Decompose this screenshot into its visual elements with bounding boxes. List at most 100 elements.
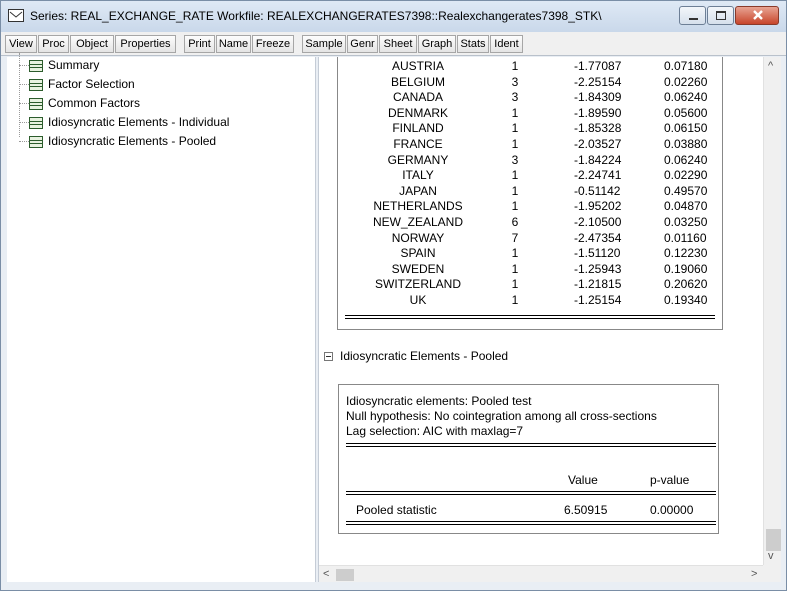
stat-cell: -2.24741 bbox=[574, 168, 622, 183]
output-view: AUSTRIA 1 -1.77087 0.07180 BELGIUM 3 -2.25154… bbox=[319, 57, 763, 565]
tree-item-common-factors[interactable]: Common Factors bbox=[7, 95, 167, 113]
lag-cell: 6 bbox=[511, 215, 519, 229]
country-cell: SWEDEN bbox=[391, 261, 445, 276]
pvalue-cell: 0.12230 bbox=[664, 246, 708, 261]
table-row: DENMARK 1 -1.89590 0.05600 bbox=[338, 106, 724, 121]
maximize-icon bbox=[716, 11, 726, 20]
stat-cell: -2.47354 bbox=[574, 230, 622, 245]
sample-button[interactable]: Sample bbox=[302, 35, 346, 53]
lag-cell: 1 bbox=[511, 246, 519, 261]
minimize-icon bbox=[689, 18, 698, 20]
table-icon bbox=[29, 79, 43, 91]
minimize-button[interactable] bbox=[679, 6, 706, 25]
stats-button[interactable]: Stats bbox=[457, 35, 489, 53]
lag-cell: 3 bbox=[511, 152, 519, 167]
lag-cell: 7 bbox=[511, 230, 519, 245]
pvalue-cell: 0.06240 bbox=[664, 152, 708, 167]
view-button[interactable]: View bbox=[5, 35, 37, 53]
stat-cell: -1.84309 bbox=[574, 90, 622, 105]
series-icon bbox=[8, 9, 24, 22]
pvalue-cell: 0.03250 bbox=[664, 215, 708, 229]
freeze-button[interactable]: Freeze bbox=[252, 35, 294, 53]
tree-item-label: Summary bbox=[48, 58, 100, 72]
stat-cell: -1.89590 bbox=[574, 105, 622, 120]
pvalue-cell: 0.04870 bbox=[664, 199, 708, 214]
horizontal-scroll-thumb[interactable] bbox=[336, 569, 354, 581]
genr-button[interactable]: Genr bbox=[347, 35, 378, 53]
graph-button[interactable]: Graph bbox=[418, 35, 456, 53]
stat-cell: -1.85328 bbox=[574, 121, 622, 136]
pvalue-cell: 0.19340 bbox=[664, 293, 708, 307]
properties-button[interactable]: Properties bbox=[115, 35, 176, 53]
tree-item-factor-selection[interactable]: Factor Selection bbox=[7, 76, 157, 94]
lag-cell: 1 bbox=[511, 105, 519, 120]
country-cell: AUSTRIA bbox=[391, 59, 444, 73]
tree-branch bbox=[19, 122, 29, 123]
table-bottom-rule bbox=[345, 315, 715, 319]
eviews-series-window: Series: REAL_EXCHANGE_RATE Workfile: REA… bbox=[0, 0, 787, 591]
pvalue-column-header: p-value bbox=[650, 473, 690, 487]
stat-cell: -1.95202 bbox=[574, 199, 622, 214]
table-row: NETHERLANDS 1 -1.95202 0.04870 bbox=[338, 199, 724, 214]
scroll-up-icon[interactable]: ^ bbox=[768, 61, 773, 72]
vertical-scroll-thumb[interactable] bbox=[766, 529, 781, 551]
tree-branch bbox=[19, 141, 29, 142]
tree-branch bbox=[19, 65, 29, 66]
tree-item-label: Idiosyncratic Elements - Individual bbox=[48, 115, 230, 129]
tree-item-idiosyncratic-individual[interactable]: Idiosyncratic Elements - Individual bbox=[7, 114, 257, 132]
stat-cell: -2.25154 bbox=[574, 74, 622, 89]
country-cell: BELGIUM bbox=[390, 74, 445, 89]
sheet-button[interactable]: Sheet bbox=[379, 35, 417, 53]
table-row: NORWAY 7 -2.47354 0.01160 bbox=[338, 231, 724, 246]
pvalue-cell: 0.03880 bbox=[664, 137, 708, 151]
collapse-icon[interactable] bbox=[324, 352, 333, 361]
tree-item-summary[interactable]: Summary bbox=[7, 57, 117, 75]
tree-item-label: Idiosyncratic Elements - Pooled bbox=[48, 134, 217, 148]
table-row: CANADA 3 -1.84309 0.06240 bbox=[338, 90, 724, 105]
object-button[interactable]: Object bbox=[70, 35, 114, 53]
scroll-left-icon[interactable]: < bbox=[323, 569, 329, 580]
maximize-button[interactable] bbox=[707, 6, 734, 25]
close-button[interactable] bbox=[735, 6, 779, 25]
pooled-results-table: Idiosyncratic elements: Pooled test Null… bbox=[338, 384, 719, 534]
table-icon bbox=[29, 117, 43, 129]
country-cell: GERMANY bbox=[387, 152, 449, 167]
table-bottom-rule bbox=[346, 521, 716, 525]
tree-item-label: Common Factors bbox=[48, 96, 141, 110]
stat-cell: -1.84224 bbox=[574, 152, 622, 167]
stat-cell: -2.10500 bbox=[574, 215, 622, 229]
pooled-statistic-label: Pooled statistic bbox=[356, 503, 437, 517]
country-cell: SWITZERLAND bbox=[374, 277, 461, 292]
pvalue-cell: 0.07180 bbox=[664, 59, 708, 73]
proc-button[interactable]: Proc bbox=[38, 35, 69, 53]
table-row: UK 1 -1.25154 0.19340 bbox=[338, 293, 724, 308]
horizontal-scrollbar[interactable]: < > bbox=[319, 565, 763, 582]
scroll-right-icon[interactable]: > bbox=[751, 569, 757, 580]
print-button[interactable]: Print bbox=[184, 35, 215, 53]
country-cell: FINLAND bbox=[392, 121, 444, 136]
pvalue-cell: 0.02260 bbox=[664, 74, 708, 89]
title-bar[interactable]: Series: REAL_EXCHANGE_RATE Workfile: REA… bbox=[1, 1, 786, 32]
window-frame-bottom bbox=[1, 582, 786, 590]
country-cell: DENMARK bbox=[387, 105, 448, 120]
scroll-down-icon[interactable]: v bbox=[768, 551, 774, 562]
pvalue-cell: 0.02290 bbox=[664, 168, 708, 183]
lag-cell: 1 bbox=[511, 277, 519, 292]
pooled-description-line: Null hypothesis: No cointegration among … bbox=[346, 409, 657, 423]
name-button[interactable]: Name bbox=[216, 35, 251, 53]
country-cell: NORWAY bbox=[391, 230, 445, 245]
country-cell: NEW_ZEALAND bbox=[372, 215, 464, 229]
value-column-header: Value bbox=[568, 473, 598, 487]
lag-cell: 1 bbox=[511, 121, 519, 136]
lag-cell: 1 bbox=[511, 199, 519, 214]
vertical-scrollbar[interactable]: ^ v bbox=[763, 57, 781, 565]
lag-cell: 1 bbox=[511, 293, 519, 307]
stat-cell: -1.25943 bbox=[574, 261, 622, 276]
pooled-statistic-value: 6.50915 bbox=[564, 503, 608, 517]
tree-item-idiosyncratic-pooled[interactable]: Idiosyncratic Elements - Pooled bbox=[7, 133, 247, 151]
header-top-rule bbox=[346, 443, 716, 447]
resize-grip-icon[interactable] bbox=[763, 565, 781, 582]
pooled-description-line: Idiosyncratic elements: Pooled test bbox=[346, 394, 532, 408]
stat-cell: -0.51142 bbox=[574, 183, 621, 198]
ident-button[interactable]: Ident bbox=[490, 35, 523, 53]
